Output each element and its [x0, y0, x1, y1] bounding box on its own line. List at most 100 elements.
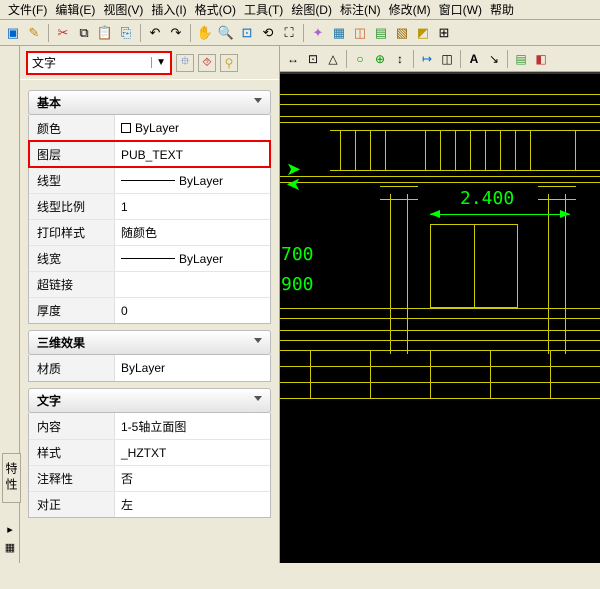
prop-row-color[interactable]: 颜色 ByLayer [29, 115, 270, 141]
properties-tab[interactable]: 特性 [2, 453, 21, 503]
redo-icon[interactable]: ↷ [167, 24, 185, 42]
endpoint-icon[interactable]: ⊡ [304, 50, 322, 68]
prop-value: ByLayer [179, 252, 223, 266]
prop-key: 超链接 [29, 272, 115, 297]
menu-draw[interactable]: 绘图(D) [287, 0, 336, 19]
cut-icon[interactable]: ✂ [54, 24, 72, 42]
calc-icon[interactable]: ⊞ [435, 24, 453, 42]
select-objects-icon[interactable]: ⯑ [198, 54, 216, 72]
rail-icon-2[interactable]: ▦ [0, 541, 20, 559]
prop-key: 厚度 [29, 298, 115, 323]
midpoint-icon[interactable]: △ [324, 50, 342, 68]
markup-icon[interactable]: ◩ [414, 24, 432, 42]
ortho-icon[interactable]: ↕ [391, 50, 409, 68]
zoom-realtime-icon[interactable]: 🔍 [217, 24, 235, 42]
prop-key: 颜色 [29, 115, 115, 141]
prop-row-layer[interactable]: 图层 PUB_TEXT [29, 141, 270, 167]
tool-palette-icon[interactable]: ▤ [372, 24, 390, 42]
paste-icon[interactable]: 📋 [96, 24, 114, 42]
prop-row-justify[interactable]: 对正 左 [29, 491, 270, 517]
chevron-down-icon: ▼ [151, 57, 166, 68]
copy-icon[interactable]: ⧉ [75, 24, 93, 42]
content-area: 特性 ▸ ▦ 文字 ▼ ⯐ ⯑ ⚲ 基本 颜色 ByLayer 图 [0, 46, 600, 563]
prop-row-lineweight[interactable]: 线宽 ByLayer [29, 245, 270, 271]
prop-value: 否 [121, 470, 133, 487]
drawing-canvas[interactable]: 2.400 700 900 ➤ ➤ [280, 72, 600, 563]
prop-key: 内容 [29, 413, 115, 439]
text-icon[interactable]: A [465, 50, 483, 68]
app-icon: ▣ [4, 24, 22, 42]
prop-key: 样式 [29, 440, 115, 465]
prop-value: 随颜色 [121, 224, 157, 241]
properties-icon[interactable]: ▦ [330, 24, 348, 42]
menu-edit[interactable]: 编辑(E) [51, 0, 99, 19]
dim-text-1: 2.400 [460, 188, 514, 209]
undo-icon[interactable]: ↶ [146, 24, 164, 42]
menu-file[interactable]: 文件(F) [4, 0, 51, 19]
quick-select-icon[interactable]: ⯐ [176, 54, 194, 72]
section-3d-props: 材质 ByLayer [28, 355, 271, 382]
menu-format[interactable]: 格式(O) [191, 0, 240, 19]
layer2-icon[interactable]: ◧ [532, 50, 550, 68]
menu-bar: 文件(F) 编辑(E) 视图(V) 插入(I) 格式(O) 工具(T) 绘图(D… [0, 0, 600, 20]
circle-osnap-icon[interactable]: ○ [351, 50, 369, 68]
zoom-extents-icon[interactable]: ⛶ [280, 24, 298, 42]
prop-row-annotative[interactable]: 注释性 否 [29, 465, 270, 491]
linetype-preview-icon [121, 180, 175, 181]
prop-row-content[interactable]: 内容 1-5轴立面图 [29, 413, 270, 439]
object-type-combo[interactable]: 文字 ▼ [26, 51, 172, 75]
section-text-props: 内容 1-5轴立面图 样式 _HZTXT 注释性 否 对正 左 [28, 413, 271, 518]
prop-value: ByLayer [121, 361, 165, 375]
prop-key: 图层 [29, 142, 115, 167]
dim-text-3: 900 [281, 274, 314, 295]
sheet-set-icon[interactable]: ▧ [393, 24, 411, 42]
menu-view[interactable]: 视图(V) [99, 0, 147, 19]
prop-value: _HZTXT [121, 446, 166, 460]
prop-row-material[interactable]: 材质 ByLayer [29, 355, 270, 381]
prop-key: 线型 [29, 168, 115, 193]
prop-row-thickness[interactable]: 厚度 0 [29, 297, 270, 323]
prop-value: 0 [121, 304, 128, 318]
design-center-icon[interactable]: ◫ [351, 24, 369, 42]
section-3d[interactable]: 三维效果 [28, 330, 271, 355]
dist-icon[interactable]: ↦ [418, 50, 436, 68]
prop-key: 对正 [29, 492, 115, 517]
menu-window[interactable]: 窗口(W) [435, 0, 486, 19]
prop-value: ByLayer [179, 174, 223, 188]
add-node-icon[interactable]: ⊕ [371, 50, 389, 68]
section-text[interactable]: 文字 [28, 388, 271, 413]
panel-body: 基本 颜色 ByLayer 图层 PUB_TEXT 线型 ByLayer 线型比… [20, 80, 279, 563]
color-swatch-icon [121, 123, 131, 133]
menu-insert[interactable]: 插入(I) [147, 0, 190, 19]
rail-icon-1[interactable]: ▸ [0, 523, 20, 541]
toggle-pickadd-icon[interactable]: ⚲ [220, 54, 238, 72]
drawing-toolbar: ↔ ⊡ △ ○ ⊕ ↕ ↦ ◫ A ↘ ▤ ◧ [280, 46, 600, 72]
menu-modify[interactable]: 修改(M) [385, 0, 435, 19]
leader-icon[interactable]: ↘ [485, 50, 503, 68]
layer1-icon[interactable]: ▤ [512, 50, 530, 68]
match-icon[interactable]: ⎘ [117, 24, 135, 42]
menu-tools[interactable]: 工具(T) [240, 0, 287, 19]
lineweight-preview-icon [121, 258, 175, 259]
main-toolbar: ▣ ✎ ✂ ⧉ 📋 ⎘ ↶ ↷ ✋ 🔍 ⊡ ⟲ ⛶ ✦ ▦ ◫ ▤ ▧ ◩ ⊞ [0, 20, 600, 46]
zoom-window-icon[interactable]: ⊡ [238, 24, 256, 42]
section-basic[interactable]: 基本 [28, 90, 271, 115]
menu-help[interactable]: 帮助 [486, 0, 518, 19]
dim-text-2: 700 [281, 244, 314, 265]
section-basic-props: 颜色 ByLayer 图层 PUB_TEXT 线型 ByLayer 线型比例 1… [28, 115, 271, 324]
prop-row-plotstyle[interactable]: 打印样式 随颜色 [29, 219, 270, 245]
line-icon[interactable]: ↔ [284, 50, 302, 68]
prop-row-linetype[interactable]: 线型 ByLayer [29, 167, 270, 193]
prop-value: 1-5轴立面图 [121, 418, 186, 435]
prop-row-hyperlink[interactable]: 超链接 [29, 271, 270, 297]
prop-row-ltscale[interactable]: 线型比例 1 [29, 193, 270, 219]
prop-value: 1 [121, 200, 128, 214]
zoom-prev-icon[interactable]: ⟲ [259, 24, 277, 42]
area-icon[interactable]: ◫ [438, 50, 456, 68]
prop-row-style[interactable]: 样式 _HZTXT [29, 439, 270, 465]
prop-key: 材质 [29, 355, 115, 381]
menu-annotate[interactable]: 标注(N) [336, 0, 385, 19]
qnew-icon[interactable]: ✦ [309, 24, 327, 42]
pan-icon[interactable]: ✋ [196, 24, 214, 42]
brush-icon[interactable]: ✎ [25, 24, 43, 42]
